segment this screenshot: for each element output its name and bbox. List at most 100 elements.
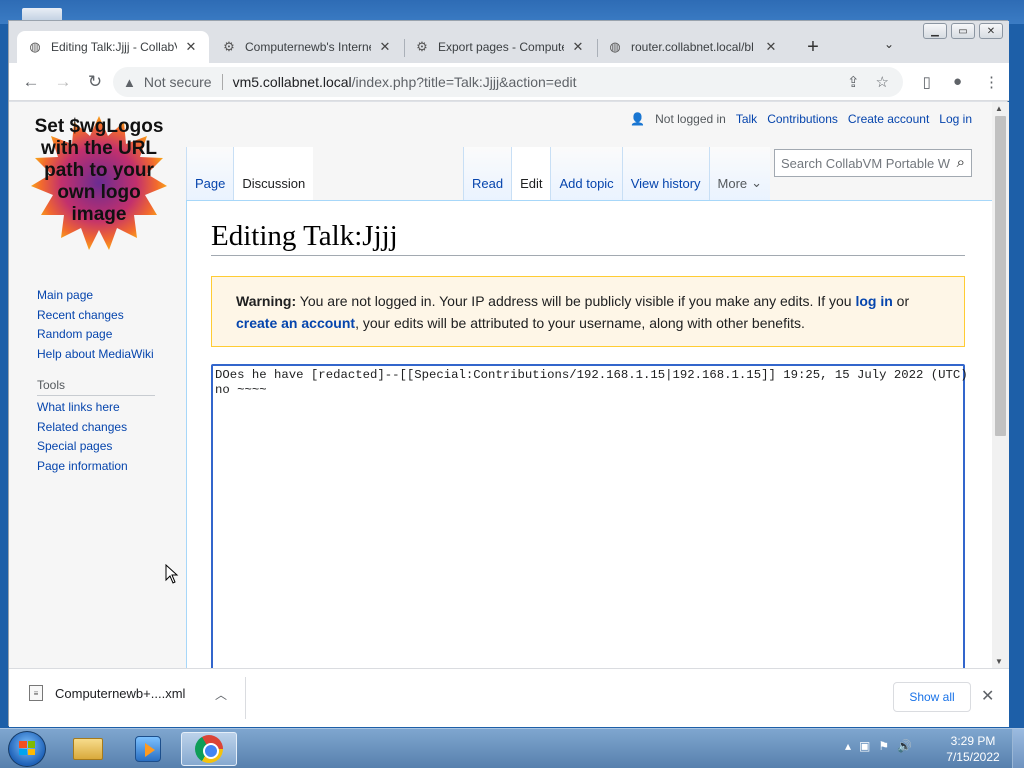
network-icon[interactable]: ▣: [859, 739, 870, 753]
logo-text: Set $wgLogos with the URL path to your o…: [34, 116, 164, 225]
bookmark-star-icon[interactable]: ☆: [876, 73, 889, 91]
profile-avatar-icon[interactable]: ●: [953, 73, 962, 91]
search-icon[interactable]: ⌕: [957, 154, 965, 171]
tab-computernewb[interactable]: ⚙ Computernewb's Interne ✕: [211, 31, 403, 63]
sidebar-item-help[interactable]: Help about MediaWiki: [37, 345, 155, 365]
tools-heading: Tools: [37, 376, 155, 396]
tab-edit[interactable]: Edit: [511, 147, 551, 200]
tab-title: Editing Talk:Jjjj - CollabV: [51, 40, 177, 54]
page-title: Editing Talk:Jjjj: [211, 220, 965, 256]
window-controls: ▁ ▭ ✕: [923, 23, 1003, 39]
url-path: /index.php?title=Talk:Jjjj&action=edit: [351, 74, 577, 90]
wiki-icon: ⚙: [416, 39, 428, 54]
contributions-link[interactable]: Contributions: [767, 112, 838, 126]
page-content: Set $wgLogos with the URL path to your o…: [9, 102, 992, 668]
volume-icon[interactable]: 🔊: [897, 739, 912, 753]
sidebar-item-what-links-here[interactable]: What links here: [37, 398, 155, 418]
clock[interactable]: 3:29 PM 7/15/2022: [942, 733, 1004, 765]
close-icon[interactable]: ✕: [377, 39, 393, 55]
globe-icon: ◍: [29, 39, 41, 54]
show-all-button[interactable]: Show all: [893, 682, 971, 712]
show-desktop-button[interactable]: [1012, 729, 1024, 768]
tab-router[interactable]: ◍ router.collabnet.local/bl ✕: [597, 31, 789, 63]
chevron-up-icon[interactable]: ︿: [215, 686, 227, 703]
wiki-icon: ⚙: [223, 39, 235, 54]
tab-strip: ◍ Editing Talk:Jjjj - CollabV ✕ ⚙ Comput…: [9, 21, 1009, 63]
tab-search-chevron-icon[interactable]: ⌄: [881, 37, 897, 57]
log-in-link[interactable]: log in: [855, 293, 892, 309]
windows-logo-icon: [19, 741, 35, 755]
page-scrollbar[interactable]: ▲ ▼: [992, 102, 1009, 668]
maximize-button[interactable]: ▭: [951, 23, 975, 39]
back-arrow-icon[interactable]: ←: [19, 70, 43, 94]
warning-text: You are not logged in. Your IP address w…: [296, 293, 856, 309]
tab-discussion[interactable]: Discussion: [233, 147, 314, 200]
download-item[interactable]: ≡ Computernewb+....xml: [29, 685, 185, 701]
download-bar: ≡ Computernewb+....xml ︿ Show all ✕: [9, 668, 1009, 727]
system-tray: ▴ ▣ ⚑ 🔊: [845, 739, 912, 753]
url-host: vm5.collabnet.local: [232, 74, 352, 90]
sidebar-item-page-information[interactable]: Page information: [37, 457, 155, 477]
create-account-link[interactable]: Create account: [848, 112, 929, 126]
close-icon[interactable]: ✕: [183, 39, 199, 55]
warning-triangle-icon[interactable]: ▲: [123, 75, 136, 90]
sidebar-nav: Main page Recent changes Random page Hel…: [37, 286, 155, 476]
taskbar-explorer[interactable]: [60, 732, 116, 766]
clock-time: 3:29 PM: [950, 734, 996, 748]
personal-tools: 👤 Not logged in Talk Contributions Creat…: [630, 112, 972, 126]
taskbar-media-player[interactable]: [120, 732, 176, 766]
tab-title: Computernewb's Interne: [245, 40, 371, 54]
sidebar-item-special-pages[interactable]: Special pages: [37, 437, 155, 457]
divider: [221, 74, 223, 90]
tab-title: Export pages - Compute: [438, 40, 564, 54]
kebab-menu-icon[interactable]: ⋮: [984, 73, 999, 91]
security-status[interactable]: Not secure: [144, 74, 212, 90]
scroll-up-arrow-icon[interactable]: ▲: [995, 104, 1003, 113]
mouse-cursor-icon: [165, 564, 179, 584]
sidebar-item-related-changes[interactable]: Related changes: [37, 418, 155, 438]
browser-toolbar: ← → ↻ ▲ Not secure vm5.collabnet.local/i…: [9, 63, 1009, 101]
close-window-button[interactable]: ✕: [979, 23, 1003, 39]
url-text[interactable]: vm5.collabnet.local/index.php?title=Talk…: [233, 74, 577, 90]
omnibox-actions: ⇪ ☆: [847, 73, 889, 91]
share-icon[interactable]: ⇪: [847, 73, 860, 91]
tab-export-pages[interactable]: ⚙ Export pages - Compute ✕: [404, 31, 596, 63]
sidebar-item-random-page[interactable]: Random page: [37, 325, 155, 345]
sidebar-item-main-page[interactable]: Main page: [37, 286, 155, 306]
log-in-link[interactable]: Log in: [939, 112, 972, 126]
warning-text: , your edits will be attributed to your …: [355, 315, 805, 331]
tab-editing-talk[interactable]: ◍ Editing Talk:Jjjj - CollabV ✕: [17, 31, 209, 63]
reload-icon[interactable]: ↻: [83, 70, 107, 94]
warning-label: Warning:: [236, 293, 297, 309]
view-tabs: Read Edit Add topic View history More ⌄: [463, 147, 771, 200]
scroll-thumb[interactable]: [995, 116, 1006, 436]
tab-view-history[interactable]: View history: [621, 147, 709, 200]
more-menu[interactable]: More ⌄: [708, 147, 771, 200]
tab-title: router.collabnet.local/bl: [631, 40, 754, 54]
sidebar-item-recent-changes[interactable]: Recent changes: [37, 306, 155, 326]
close-icon[interactable]: ✕: [763, 39, 779, 55]
minimize-button[interactable]: ▁: [923, 23, 947, 39]
address-bar[interactable]: ▲ Not secure vm5.collabnet.local/index.p…: [113, 67, 903, 97]
scroll-down-arrow-icon[interactable]: ▼: [995, 657, 1003, 666]
login-warning: Warning: You are not logged in. Your IP …: [211, 276, 965, 347]
tab-add-topic[interactable]: Add topic: [550, 147, 622, 200]
download-filename: Computernewb+....xml: [55, 685, 186, 701]
new-tab-button[interactable]: +: [803, 35, 823, 59]
search-input[interactable]: Search CollabVM Portable W ⌕: [774, 149, 972, 177]
talk-link[interactable]: Talk: [736, 112, 757, 126]
action-center-flag-icon[interactable]: ⚑: [878, 739, 889, 753]
warning-text: or: [892, 293, 910, 309]
edit-textarea[interactable]: DOes he have [redacted]--[[Special:Contr…: [211, 364, 968, 668]
taskbar-chrome[interactable]: [181, 732, 237, 766]
tab-read[interactable]: Read: [463, 147, 512, 200]
tab-page[interactable]: Page: [186, 147, 234, 200]
divider: [245, 677, 246, 719]
close-icon[interactable]: ✕: [981, 686, 994, 706]
tray-expand-icon[interactable]: ▴: [845, 739, 851, 753]
side-panel-icon[interactable]: ▯: [923, 73, 931, 91]
forward-arrow-icon[interactable]: →: [51, 70, 75, 94]
close-icon[interactable]: ✕: [570, 39, 586, 55]
not-logged-in-label: Not logged in: [655, 112, 726, 126]
create-account-link[interactable]: create an account: [236, 315, 355, 331]
